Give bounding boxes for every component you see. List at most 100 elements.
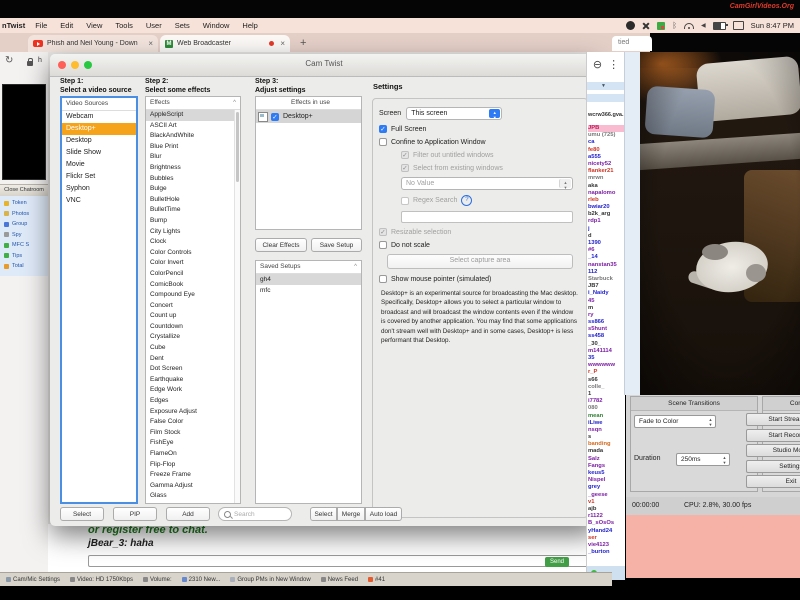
- effect-item[interactable]: Bubbles: [146, 174, 240, 185]
- toolbar-item[interactable]: #41: [368, 577, 385, 583]
- user-name[interactable]: i_Naidy: [588, 290, 625, 297]
- user-name[interactable]: m: [588, 305, 625, 312]
- menu-item[interactable]: Edit: [60, 21, 73, 30]
- user-name[interactable]: Starbuck: [588, 276, 625, 283]
- menu-item[interactable]: View: [86, 21, 102, 30]
- user-name[interactable]: ry: [588, 312, 625, 319]
- effect-item[interactable]: FlameOn: [146, 449, 240, 460]
- add-effect-button[interactable]: Add: [166, 507, 210, 521]
- kebab-menu-icon[interactable]: ⋮: [608, 58, 619, 71]
- screen-select[interactable]: This screen: [406, 107, 502, 120]
- effect-item[interactable]: Bump: [146, 216, 240, 227]
- effect-item[interactable]: Edges: [146, 396, 240, 407]
- clear-effects-button[interactable]: Clear Effects: [255, 238, 307, 252]
- effect-item[interactable]: BlackAndWhite: [146, 131, 240, 142]
- effect-item[interactable]: Film Stock: [146, 428, 240, 439]
- reload-icon[interactable]: ↻: [5, 55, 13, 66]
- obs-control-button[interactable]: Studio Mode: [746, 444, 800, 457]
- user-name[interactable]: nsqn: [588, 427, 625, 434]
- merge-setup-button[interactable]: Merge: [337, 507, 365, 521]
- effect-item[interactable]: Brightness: [146, 163, 240, 174]
- user-name[interactable]: 45: [588, 298, 625, 305]
- user-name[interactable]: aka: [588, 183, 625, 190]
- menu-item[interactable]: Help: [242, 21, 257, 30]
- effect-item[interactable]: Exposure Adjust: [146, 407, 240, 418]
- effect-item[interactable]: FishEye: [146, 438, 240, 449]
- confine-checkbox[interactable]: [379, 138, 387, 146]
- user-name[interactable]: 1: [588, 391, 625, 398]
- volume-icon[interactable]: ◀: [701, 22, 706, 29]
- effect-item[interactable]: Flip-Flop: [146, 460, 240, 471]
- select-source-button[interactable]: Select: [60, 507, 104, 521]
- user-name[interactable]: Nispel: [588, 477, 625, 484]
- toolbar-item[interactable]: 2310 New...: [182, 577, 221, 583]
- obs-control-button[interactable]: Start Streaming: [746, 413, 800, 426]
- toolbar-item[interactable]: Video: HD 1750Kbps: [70, 577, 133, 583]
- effects-scrollbar[interactable]: [234, 110, 240, 503]
- effect-item[interactable]: AppleScript: [146, 110, 240, 121]
- user-name[interactable]: banding: [588, 441, 625, 448]
- tree-item[interactable]: Photos: [0, 209, 48, 220]
- effect-item[interactable]: City Lights: [146, 227, 240, 238]
- user-name[interactable]: Salz: [588, 456, 625, 463]
- user-name[interactable]: ser: [588, 535, 625, 542]
- search-input[interactable]: [234, 511, 284, 518]
- autoload-button[interactable]: Auto load: [365, 507, 402, 521]
- user-name[interactable]: umu (725): [588, 132, 625, 139]
- effect-item[interactable]: Blur: [146, 152, 240, 163]
- user-name[interactable]: d: [588, 233, 625, 240]
- user-name[interactable]: r1122: [588, 513, 625, 520]
- user-name[interactable]: bwiar20: [588, 204, 625, 211]
- menu-item[interactable]: File: [35, 21, 47, 30]
- toolbar-item[interactable]: Group PMs in New Window: [230, 577, 310, 583]
- menu-item[interactable]: User: [146, 21, 162, 30]
- video-source-item[interactable]: Slide Show: [62, 147, 136, 159]
- user-name[interactable]: mada: [588, 448, 625, 455]
- effect-item[interactable]: Crystallize: [146, 332, 240, 343]
- battery-icon[interactable]: [713, 22, 726, 30]
- pip-button[interactable]: PIP: [113, 507, 157, 521]
- tree-item[interactable]: Total: [0, 261, 48, 272]
- user-name[interactable]: _burton: [588, 549, 625, 556]
- effect-item[interactable]: Concert: [146, 301, 240, 312]
- user-name[interactable]: JPB: [588, 125, 625, 132]
- effect-item[interactable]: Compound Eye: [146, 290, 240, 301]
- effects-list-header[interactable]: Effects^: [146, 97, 240, 110]
- user-name[interactable]: nicety52: [588, 161, 625, 168]
- transition-select[interactable]: Fade to Color: [634, 415, 716, 428]
- effect-item[interactable]: BulletHole: [146, 195, 240, 206]
- user-name[interactable]: JB7: [588, 283, 625, 290]
- effect-item[interactable]: Gamma Adjust: [146, 481, 240, 492]
- user-name[interactable]: ss458: [588, 333, 625, 340]
- app-status-icon[interactable]: [642, 22, 650, 30]
- app-menu-name[interactable]: nTwist: [2, 21, 25, 30]
- saved-setup-item[interactable]: mfc: [256, 285, 361, 296]
- effect-item[interactable]: Color Controls: [146, 248, 240, 259]
- effect-item[interactable]: False Color: [146, 417, 240, 428]
- menu-clock[interactable]: Sun 8:47 PM: [751, 21, 794, 30]
- status-circle-icon[interactable]: [626, 21, 635, 30]
- effect-item[interactable]: Freeze Frame: [146, 470, 240, 481]
- user-name[interactable]: _30_: [588, 341, 625, 348]
- bluetooth-icon[interactable]: ᛒ: [672, 22, 677, 30]
- user-name[interactable]: r_P: [588, 369, 625, 376]
- help-icon[interactable]: [461, 195, 472, 206]
- tree-item[interactable]: MFC S: [0, 240, 48, 251]
- user-name[interactable]: Fangs: [588, 463, 625, 470]
- tree-item[interactable]: Tips: [0, 251, 48, 262]
- profile-icon[interactable]: ⊖: [593, 58, 602, 71]
- user-name[interactable]: iLiwe: [588, 420, 625, 427]
- effect-enabled-checkbox[interactable]: [271, 113, 279, 121]
- video-source-item[interactable]: Syphon: [62, 183, 136, 195]
- user-name[interactable]: s5hunt: [588, 326, 625, 333]
- user-name[interactable]: s66: [588, 377, 625, 384]
- user-name[interactable]: grey: [588, 484, 625, 491]
- user-name[interactable]: nanstan35: [588, 262, 625, 269]
- new-tab-button[interactable]: +: [300, 37, 306, 49]
- select-setup-button[interactable]: Select: [310, 507, 337, 521]
- effect-item[interactable]: Color Invert: [146, 258, 240, 269]
- display-icon[interactable]: [733, 21, 744, 30]
- effect-item[interactable]: Blue Print: [146, 142, 240, 153]
- user-name[interactable]: 35: [588, 355, 625, 362]
- video-source-item[interactable]: Desktop+: [62, 123, 136, 135]
